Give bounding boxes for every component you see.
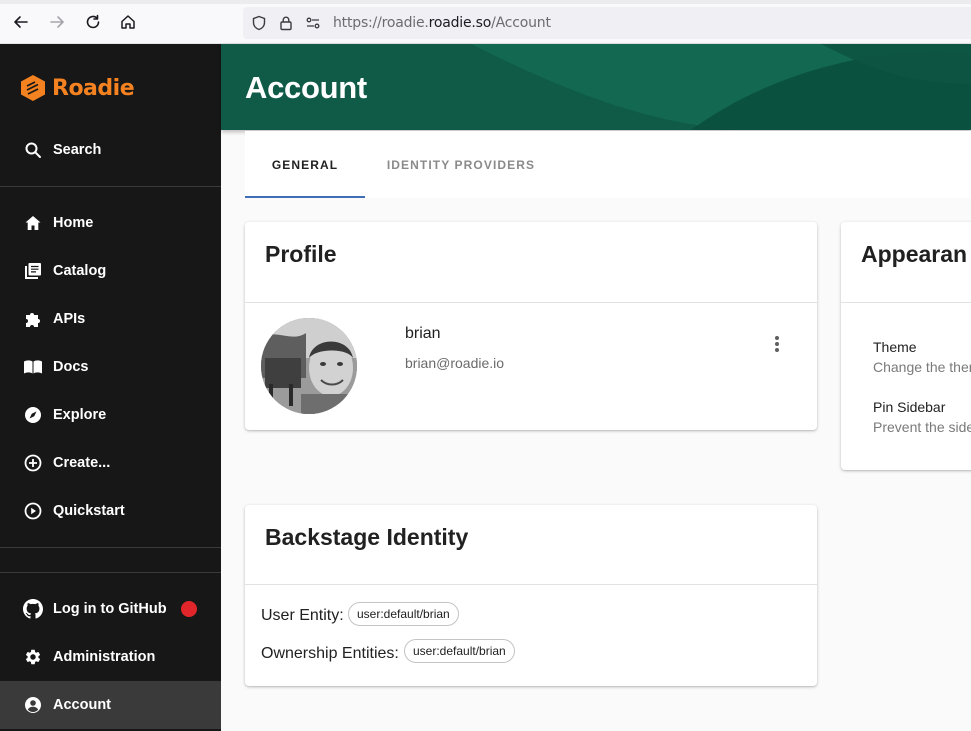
tab-bar: GENERAL IDENTITY PROVIDERS — [245, 131, 971, 198]
user-entity-label: User Entity: — [261, 607, 344, 624]
address-bar[interactable]: https://roadie.roadie.so/Account — [243, 7, 971, 39]
sidebar-item-apis[interactable]: APIs — [0, 295, 221, 343]
pin-sidebar-description: Prevent the side — [873, 419, 971, 435]
sidebar-divider — [0, 572, 221, 573]
sidebar-item-label: APIs — [53, 311, 86, 327]
play-circle-icon — [23, 501, 43, 521]
browser-toolbar: https://roadie.roadie.so/Account — [0, 0, 971, 44]
book-icon — [23, 357, 43, 377]
tab-label: GENERAL — [271, 157, 339, 172]
search-icon — [23, 140, 43, 160]
backstage-identity-card: Backstage Identity User Entity: user:def… — [245, 505, 817, 686]
sidebar-item-github-login[interactable]: Log in to GitHub — [0, 585, 221, 633]
sidebar-item-docs[interactable]: Docs — [0, 343, 221, 391]
forward-arrow-icon — [50, 16, 64, 28]
sidebar-item-explore[interactable]: Explore — [0, 391, 221, 439]
sidebar-item-label: Log in to GitHub — [53, 601, 167, 617]
sidebar-item-quickstart[interactable]: Quickstart — [0, 487, 221, 535]
identity-card-title: Backstage Identity — [265, 524, 469, 550]
sidebar-item-search[interactable]: Search — [0, 126, 221, 174]
card-divider — [245, 584, 817, 585]
theme-description: Change the ther — [873, 359, 971, 375]
sidebar-item-label: Docs — [53, 359, 89, 375]
compass-icon — [23, 405, 43, 425]
card-divider — [841, 302, 971, 303]
sidebar-item-account[interactable]: Account — [0, 681, 221, 729]
github-icon — [23, 599, 43, 619]
sidebar-item-catalog[interactable]: Catalog — [0, 247, 221, 295]
back-arrow-icon — [14, 16, 28, 28]
puzzle-icon — [23, 309, 43, 329]
user-email: brian@roadie.io — [405, 355, 505, 371]
appearance-card-title: Appearan — [861, 241, 968, 267]
sidebar-item-label: Search — [53, 142, 102, 158]
sidebar-item-label: Create... — [53, 455, 111, 471]
sidebar-item-label: Account — [53, 697, 111, 713]
permissions-icon[interactable] — [304, 14, 322, 32]
card-divider — [245, 302, 817, 303]
shield-icon[interactable] — [250, 14, 268, 32]
sidebar-item-label: Quickstart — [53, 503, 125, 519]
sidebar-item-label: Home — [53, 215, 94, 231]
reload-icon — [86, 14, 100, 29]
profile-card: Profile brian brian@roadie.io — [245, 222, 817, 430]
sidebar-item-create[interactable]: Create... — [0, 439, 221, 487]
tab-label: IDENTITY PROVIDERS — [386, 157, 536, 172]
add-circle-icon — [23, 453, 43, 473]
sidebar-item-administration[interactable]: Administration — [0, 633, 221, 681]
browser-tabstrip-edge — [0, 0, 971, 4]
roadie-logo[interactable]: Roadie — [20, 74, 135, 102]
ownership-entities-label: Ownership Entities: — [261, 645, 399, 662]
more-options-button[interactable] — [765, 332, 789, 356]
sidebar-item-label: Administration — [53, 649, 156, 665]
profile-card-title: Profile — [265, 241, 337, 267]
theme-label: Theme — [873, 339, 917, 355]
tab-general[interactable]: GENERAL — [245, 131, 365, 198]
more-vertical-icon — [775, 336, 779, 352]
forward-button[interactable] — [47, 12, 67, 32]
active-tab-indicator — [245, 196, 365, 198]
sidebar: Roadie Search Home Catalog APIs Docs Exp… — [0, 44, 221, 731]
page-header: Account — [221, 44, 971, 130]
brand-name: Roadie — [52, 75, 135, 101]
sidebar-divider — [0, 547, 221, 548]
user-name: brian — [405, 325, 441, 342]
appearance-card: Appearan Theme Change the ther Pin Sideb… — [841, 222, 971, 470]
sidebar-item-label: Catalog — [53, 263, 107, 279]
profile-photo — [261, 318, 357, 414]
status-dot — [181, 601, 197, 617]
pin-sidebar-label: Pin Sidebar — [873, 399, 946, 415]
account-circle-icon — [23, 695, 43, 715]
catalog-icon — [23, 261, 43, 281]
roadie-logo-icon — [21, 75, 45, 101]
lock-icon[interactable] — [277, 14, 295, 32]
sidebar-item-label: Explore — [53, 407, 107, 423]
reload-button[interactable] — [83, 12, 103, 32]
home-icon — [23, 213, 43, 233]
url-text[interactable]: https://roadie.roadie.so/Account — [333, 15, 551, 31]
avatar — [261, 318, 357, 414]
home-button[interactable] — [118, 12, 138, 32]
page-title: Account — [245, 70, 367, 105]
back-button[interactable] — [11, 12, 31, 32]
user-entity-chip[interactable]: user:default/brian — [348, 602, 459, 626]
sidebar-item-home[interactable]: Home — [0, 199, 221, 247]
gear-icon — [23, 647, 43, 667]
sidebar-divider — [0, 186, 221, 187]
ownership-entity-chip[interactable]: user:default/brian — [404, 639, 515, 663]
browser-home-icon — [121, 15, 135, 29]
tab-identity-providers[interactable]: IDENTITY PROVIDERS — [365, 131, 557, 198]
